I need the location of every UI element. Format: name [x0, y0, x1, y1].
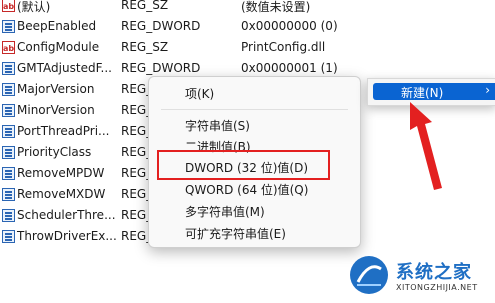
value-name: BeepEnabled	[17, 19, 97, 33]
value-data: (数值未设置)	[241, 0, 311, 14]
binary-value-icon	[2, 104, 15, 117]
menu-separator	[161, 109, 348, 110]
value-type: REG_DWORD	[121, 19, 201, 33]
value-type: REG_DWORD	[121, 61, 201, 75]
value-name: PriorityClass	[17, 145, 92, 159]
watermark-url: XITONGZHIJIA.NET	[396, 283, 478, 292]
string-value-icon: ab	[2, 0, 15, 12]
red-arrow-icon	[410, 102, 442, 190]
value-name: ThrowDriverEx...	[17, 229, 117, 243]
list-row-configmodule[interactable]: ab ConfigModule REG_SZ PrintConfig.dll	[0, 37, 495, 58]
binary-value-icon	[2, 188, 15, 201]
value-name: ConfigModule	[17, 40, 100, 54]
watermark-title: 系统之家	[396, 262, 472, 283]
value-name: (默认)	[17, 0, 51, 14]
menu-item-expandable-string-value[interactable]: 可扩充字符串值(E)	[185, 225, 286, 242]
value-name: MajorVersion	[17, 82, 95, 96]
value-data: 0x00000000 (0)	[241, 19, 338, 33]
menu-item-key[interactable]: 项(K)	[185, 85, 214, 102]
binary-value-icon	[2, 83, 15, 96]
value-name: RemoveMXDW	[17, 187, 106, 201]
highlight-box	[157, 150, 330, 180]
binary-value-icon	[2, 209, 15, 222]
binary-value-icon	[2, 125, 15, 138]
menu-item-string-value[interactable]: 字符串值(S)	[185, 117, 250, 134]
binary-value-icon	[2, 146, 15, 159]
value-name: PortThreadPri...	[17, 124, 110, 138]
watermark-logo-icon	[350, 256, 388, 294]
value-name: MinorVersion	[17, 103, 95, 117]
binary-value-icon	[2, 20, 15, 33]
list-row-beepenabled[interactable]: BeepEnabled REG_DWORD 0x00000000 (0)	[0, 16, 495, 37]
value-type: REG_SZ	[121, 0, 169, 12]
menu-item-qword-value[interactable]: QWORD (64 位)值(Q)	[185, 181, 308, 198]
binary-value-icon	[2, 62, 15, 75]
value-data: PrintConfig.dll	[241, 40, 326, 54]
value-name: SchedulerThre...	[17, 208, 116, 222]
value-name: GMTAdjustedF...	[17, 61, 112, 75]
value-data: 0x00000001 (1)	[241, 61, 338, 75]
binary-value-icon	[2, 167, 15, 180]
value-type: REG_SZ	[121, 40, 169, 54]
string-value-icon: ab	[2, 41, 15, 54]
chevron-right-icon: ›	[485, 83, 490, 97]
binary-value-icon	[2, 230, 15, 243]
menu-item-multi-string-value[interactable]: 多字符串值(M)	[185, 203, 265, 220]
value-name: RemoveMPDW	[17, 166, 105, 180]
list-row-default[interactable]: ab (默认) REG_SZ (数值未设置)	[0, 0, 495, 16]
